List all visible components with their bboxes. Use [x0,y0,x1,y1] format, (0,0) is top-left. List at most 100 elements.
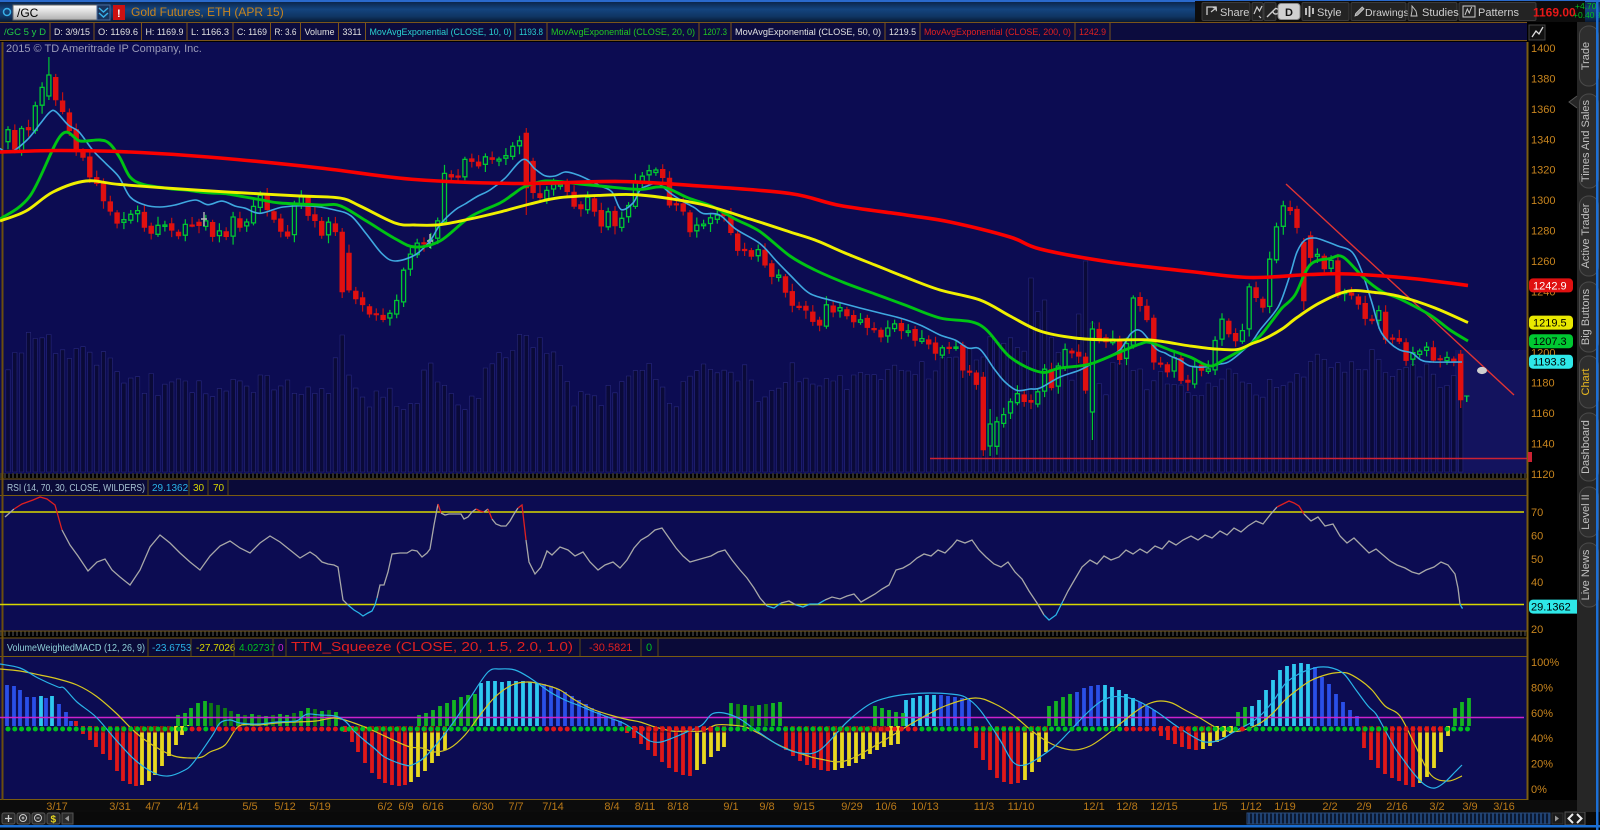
svg-text:30: 30 [193,483,205,494]
svg-text:O: 1169.6: O: 1169.6 [98,27,138,38]
svg-text:1320: 1320 [1531,165,1555,177]
svg-text:2015 © TD Ameritrade IP Compan: 2015 © TD Ameritrade IP Company, Inc. [6,43,202,55]
svg-text:10/13: 10/13 [911,801,939,813]
svg-text:$: $ [51,815,57,826]
svg-text:2/9: 2/9 [1356,801,1371,813]
svg-text:Live News: Live News [1580,549,1592,600]
svg-text:6/2: 6/2 [377,801,392,813]
svg-text:29.1362: 29.1362 [152,483,189,494]
svg-text:5/5: 5/5 [242,801,257,813]
svg-text:Trade: Trade [1580,42,1592,70]
svg-text:70: 70 [1531,507,1543,519]
svg-text:Big Buttons: Big Buttons [1580,288,1592,345]
svg-text:-27.7026: -27.7026 [196,643,236,654]
svg-text:8/18: 8/18 [667,801,688,813]
svg-text:T: T [1464,394,1470,404]
svg-text:20%: 20% [1531,759,1553,771]
svg-text:Active Trader: Active Trader [1580,203,1592,268]
svg-text:3/31: 3/31 [109,801,130,813]
svg-text:0: 0 [278,643,284,654]
svg-text:-30.5821: -30.5821 [589,642,632,654]
svg-text:1219.5: 1219.5 [1533,318,1567,330]
svg-text:/GC 5 y D: /GC 5 y D [4,27,46,38]
svg-text:MovAvgExponential (CLOSE, 10,: MovAvgExponential (CLOSE, 10, 0) [370,27,512,38]
svg-text:4/14: 4/14 [177,801,198,813]
svg-text:80%: 80% [1531,682,1553,694]
svg-text:1260: 1260 [1531,256,1555,268]
svg-text:6/30: 6/30 [472,801,493,813]
svg-text:Studies: Studies [1422,7,1459,19]
svg-text:8/11: 8/11 [635,801,656,813]
svg-text:3/2: 3/2 [1429,801,1444,813]
svg-text:MovAvgExponential (CLOSE, 200,: MovAvgExponential (CLOSE, 200, 0) [924,27,1071,38]
svg-text:4.02737: 4.02737 [239,643,276,654]
svg-text:9/8: 9/8 [759,801,774,813]
svg-text:MovAvgExponential (CLOSE, 20,: MovAvgExponential (CLOSE, 20, 0) [551,27,695,38]
svg-text:1207.3: 1207.3 [703,27,727,38]
svg-text:3/17: 3/17 [46,801,67,813]
svg-text:8/4: 8/4 [604,801,619,813]
svg-text:TTM_Squeeze (CLOSE, 20, 1.5, 2: TTM_Squeeze (CLOSE, 20, 1.5, 2.0, 1.0) [291,640,573,654]
svg-text:1219.5: 1219.5 [889,27,916,38]
svg-text:Gold Futures, ETH (APR 15): Gold Futures, ETH (APR 15) [131,5,284,19]
svg-text:D: D [1285,7,1293,19]
svg-text:4/7: 4/7 [145,801,160,813]
svg-text:2/16: 2/16 [1386,801,1407,813]
svg-text:Style: Style [1317,7,1341,19]
svg-text:RSI (14, 70, 30, CLOSE, WILDER: RSI (14, 70, 30, CLOSE, WILDERS) [7,483,145,494]
svg-text:Share: Share [1220,7,1249,19]
svg-text:5/19: 5/19 [309,801,330,813]
svg-text:-23.6753: -23.6753 [152,643,192,654]
svg-text:3311: 3311 [343,27,362,38]
svg-text:40: 40 [1531,577,1543,589]
svg-text:1360: 1360 [1531,104,1555,116]
svg-text:R: 3.6: R: 3.6 [275,27,297,38]
svg-text:1193.8: 1193.8 [1533,357,1566,369]
svg-text:1/19: 1/19 [1274,801,1295,813]
svg-text:1180: 1180 [1531,378,1555,390]
svg-text:60%: 60% [1531,708,1553,720]
svg-text:11/3: 11/3 [974,801,995,813]
svg-text:1169.00: 1169.00 [1533,6,1576,20]
svg-text:1280: 1280 [1531,226,1555,238]
svg-text:7/14: 7/14 [542,801,563,813]
svg-text:Volume: Volume [305,27,335,38]
svg-text:40%: 40% [1531,733,1553,745]
svg-text:10/6: 10/6 [875,801,896,813]
svg-text:1380: 1380 [1531,73,1555,85]
svg-text:1242.9: 1242.9 [1533,280,1567,292]
svg-text:1/12: 1/12 [1240,801,1261,813]
svg-text:29.1362: 29.1362 [1531,602,1571,614]
svg-text:1300: 1300 [1531,195,1555,207]
svg-text:Level II: Level II [1580,494,1592,529]
svg-text:2/2: 2/2 [1322,801,1337,813]
svg-text:VolumeWeightedMACD (12, 26, 9): VolumeWeightedMACD (12, 26, 9) [7,643,145,654]
svg-text:3/16: 3/16 [1493,801,1514,813]
svg-text:1340: 1340 [1531,134,1555,146]
svg-text:6/16: 6/16 [422,801,443,813]
svg-text:1120: 1120 [1531,469,1555,481]
svg-text:MovAvgExponential (CLOSE, 50,: MovAvgExponential (CLOSE, 50, 0) [735,27,881,38]
svg-text:50: 50 [1531,554,1543,566]
svg-text:60: 60 [1531,530,1543,542]
svg-text:1193.8: 1193.8 [519,27,543,38]
svg-text:0%: 0% [1531,784,1547,796]
svg-text:5/12: 5/12 [274,801,295,813]
svg-text:+0.40 %: +0.40 % [1573,10,1600,20]
svg-text:9/15: 9/15 [793,801,814,813]
svg-text:12/1: 12/1 [1083,801,1104,813]
svg-text:11/10: 11/10 [1008,801,1035,813]
svg-text:Times And Sales: Times And Sales [1580,99,1592,182]
svg-text:1207.3: 1207.3 [1533,336,1567,348]
svg-text:C: 1169: C: 1169 [237,27,267,38]
svg-text:12/8: 12/8 [1116,801,1137,813]
svg-text:9/29: 9/29 [841,801,862,813]
svg-text:7/7: 7/7 [508,801,523,813]
svg-text:!: ! [117,8,121,20]
svg-text:1242.9: 1242.9 [1079,27,1106,38]
svg-text:20: 20 [1531,624,1543,636]
svg-text:70: 70 [213,483,225,494]
svg-text:100%: 100% [1531,657,1559,669]
svg-text:3/9: 3/9 [1462,801,1477,813]
svg-text:1400: 1400 [1531,43,1555,55]
